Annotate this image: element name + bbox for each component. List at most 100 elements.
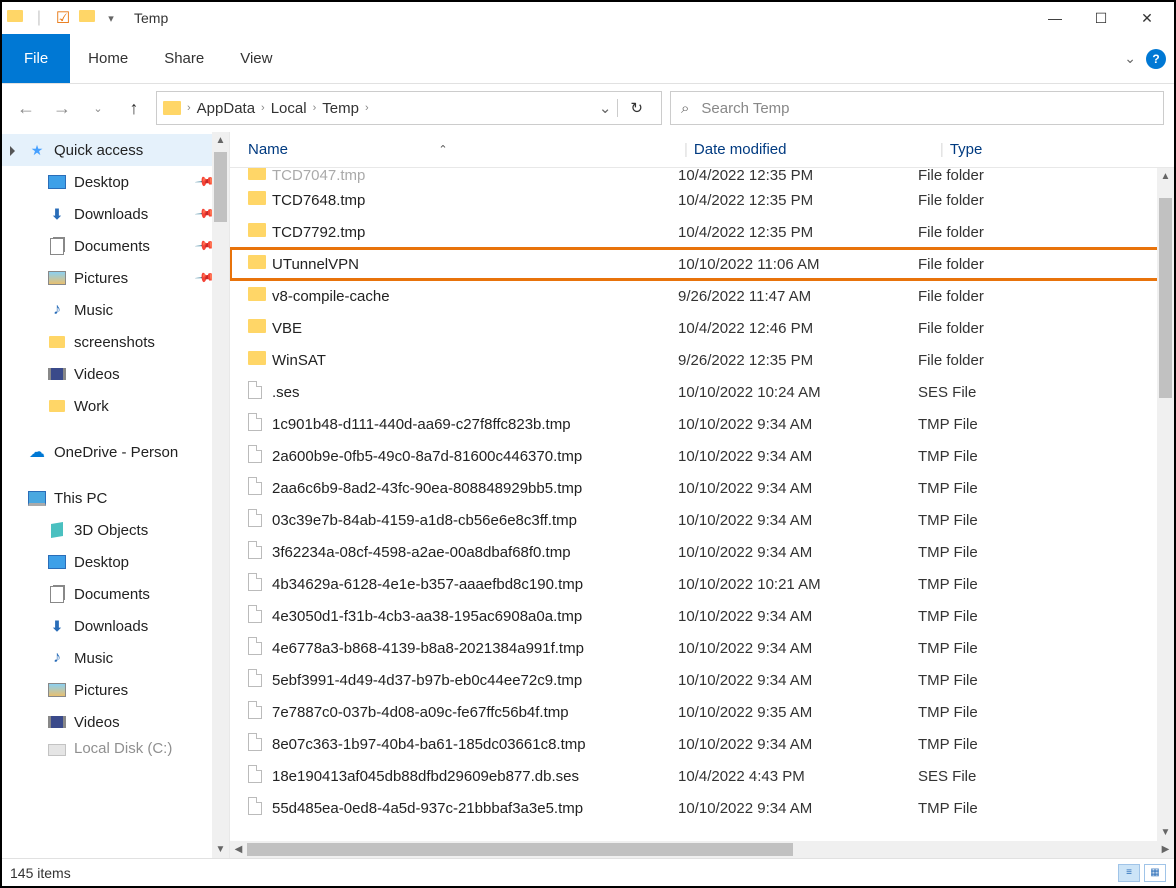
sidebar-this-pc[interactable]: This PC [2, 482, 229, 514]
details-view-button[interactable]: ≡ [1118, 864, 1140, 882]
scroll-down-icon[interactable]: ▼ [1157, 824, 1174, 841]
scrollbar-thumb[interactable] [214, 152, 227, 222]
qat-dropdown-icon[interactable]: ▾ [102, 9, 120, 27]
file-row[interactable]: 5ebf3991-4d49-4d37-b97b-eb0c44ee72c9.tmp… [230, 664, 1174, 696]
file-row[interactable]: 2a600b9e-0fb5-49c0-8a7d-81600c446370.tmp… [230, 440, 1174, 472]
file-row[interactable]: 03c39e7b-84ab-4159-a1d8-cb56e6e8c3ff.tmp… [230, 504, 1174, 536]
file-row[interactable]: 55d485ea-0ed8-4a5d-937c-21bbbaf3a3e5.tmp… [230, 792, 1174, 824]
list-scrollbar[interactable]: ▲ ▼ [1157, 168, 1174, 841]
back-button[interactable]: ← [12, 94, 40, 122]
sidebar-item[interactable]: Desktop📌 [2, 166, 229, 198]
column-type[interactable]: Type [950, 141, 1174, 158]
sidebar-item[interactable]: Downloads📌 [2, 198, 229, 230]
file-row[interactable]: TCD7792.tmp10/4/2022 12:35 PMFile folder [230, 216, 1174, 248]
scrollbar-thumb[interactable] [247, 843, 793, 856]
chevron-right-icon[interactable]: › [259, 102, 267, 114]
file-date: 10/10/2022 9:34 AM [678, 448, 918, 465]
close-button[interactable]: ✕ [1124, 3, 1170, 33]
search-box[interactable]: ⌕ Search Temp [670, 91, 1164, 125]
file-row[interactable]: 18e190413af045db88dfbd29609eb877.db.ses1… [230, 760, 1174, 792]
file-row[interactable]: 2aa6c6b9-8ad2-43fc-90ea-808848929bb5.tmp… [230, 472, 1174, 504]
file-row[interactable]: 4e3050d1-f31b-4cb3-aa38-195ac6908a0a.tmp… [230, 600, 1174, 632]
breadcrumb-seg[interactable]: AppData [193, 100, 259, 117]
recent-dropdown-icon[interactable]: ⌄ [84, 94, 112, 122]
minimize-button[interactable]: — [1032, 3, 1078, 33]
chevron-right-icon[interactable]: › [185, 102, 193, 114]
address-bar[interactable]: › AppData › Local › Temp › ⌄ ↻ [156, 91, 662, 125]
file-icon [248, 445, 272, 467]
tab-home[interactable]: Home [70, 34, 146, 83]
scroll-up-icon[interactable]: ▲ [1157, 168, 1174, 185]
horizontal-scrollbar[interactable]: ◀ ▶ [230, 841, 1174, 858]
scrollbar-thumb[interactable] [1159, 198, 1172, 398]
address-dropdown-icon[interactable]: ⌄ [593, 99, 618, 117]
window-title: Temp [134, 10, 168, 26]
thumbnails-view-button[interactable]: ▦ [1144, 864, 1166, 882]
file-row[interactable]: 1c901b48-d111-440d-aa69-c27f8ffc823b.tmp… [230, 408, 1174, 440]
sidebar-item-label: Videos [74, 714, 120, 731]
file-row[interactable]: .ses10/10/2022 10:24 AMSES File [230, 376, 1174, 408]
sidebar-item[interactable]: Desktop [2, 546, 229, 578]
sidebar-item-label: Downloads [74, 206, 148, 223]
file-row[interactable]: 7e7887c0-037b-4d08-a09c-fe67ffc56b4f.tmp… [230, 696, 1174, 728]
scroll-left-icon[interactable]: ◀ [230, 844, 247, 855]
sidebar-item[interactable]: Documents📌 [2, 230, 229, 262]
open-icon[interactable] [78, 9, 96, 27]
sidebar-scrollbar[interactable]: ▲ ▼ [212, 132, 229, 858]
sidebar-item[interactable]: Local Disk (C:) [2, 738, 229, 758]
sidebar-item[interactable]: 3D Objects [2, 514, 229, 546]
file-row[interactable]: 3f62234a-08cf-4598-a2ae-00a8dbaf68f0.tmp… [230, 536, 1174, 568]
sidebar-item[interactable]: Documents [2, 578, 229, 610]
sidebar-item[interactable]: Pictures📌 [2, 262, 229, 294]
maximize-button[interactable]: ☐ [1078, 3, 1124, 33]
file-name: 4b34629a-6128-4e1e-b357-aaaefbd8c190.tmp [272, 576, 678, 593]
properties-icon[interactable] [54, 9, 72, 27]
help-icon[interactable]: ? [1146, 49, 1166, 69]
sidebar-quick-access[interactable]: Quick access [2, 134, 229, 166]
file-row[interactable]: UTunnelVPN10/10/2022 11:06 AMFile folder [230, 248, 1174, 280]
quick-access-label: Quick access [54, 142, 143, 159]
file-row[interactable]: 8e07c363-1b97-40b4-ba61-185dc03661c8.tmp… [230, 728, 1174, 760]
column-date[interactable]: Date modified [694, 141, 934, 158]
chevron-right-icon[interactable]: › [363, 102, 371, 114]
file-date: 9/26/2022 12:35 PM [678, 352, 918, 369]
sidebar-item[interactable]: Videos [2, 358, 229, 390]
sidebar-item[interactable]: Videos [2, 706, 229, 738]
sidebar-item[interactable]: Pictures [2, 674, 229, 706]
sidebar-item-label: Work [74, 398, 109, 415]
file-row[interactable]: v8-compile-cache9/26/2022 11:47 AMFile f… [230, 280, 1174, 312]
file-row[interactable]: 4b34629a-6128-4e1e-b357-aaaefbd8c190.tmp… [230, 568, 1174, 600]
sidebar-item[interactable]: screenshots [2, 326, 229, 358]
file-row[interactable]: TCD7047.tmp10/4/2022 12:35 PMFile folder [230, 168, 1174, 184]
file-icon [248, 509, 272, 531]
forward-button[interactable]: → [48, 94, 76, 122]
videos-icon [48, 365, 66, 383]
file-row[interactable]: 4e6778a3-b868-4139-b8a8-2021384a991f.tmp… [230, 632, 1174, 664]
refresh-button[interactable]: ↻ [617, 99, 655, 117]
file-row[interactable]: WinSAT9/26/2022 12:35 PMFile folder [230, 344, 1174, 376]
file-type: TMP File [918, 800, 1174, 817]
column-name[interactable]: Name⌃ [248, 141, 678, 158]
sidebar-item[interactable]: Music [2, 294, 229, 326]
sidebar-item-label: Documents [74, 238, 150, 255]
ribbon-expand-icon[interactable]: ⌄ [1114, 50, 1146, 67]
tab-view[interactable]: View [222, 34, 290, 83]
breadcrumb-seg[interactable]: Local [267, 100, 311, 117]
file-type: TMP File [918, 416, 1174, 433]
file-name: 2aa6c6b9-8ad2-43fc-90ea-808848929bb5.tmp [272, 480, 678, 497]
file-row[interactable]: VBE10/4/2022 12:46 PMFile folder [230, 312, 1174, 344]
chevron-right-icon[interactable]: › [311, 102, 319, 114]
sidebar-item[interactable]: Downloads [2, 610, 229, 642]
sidebar-onedrive[interactable]: OneDrive - Person [2, 436, 229, 468]
tab-file[interactable]: File [2, 34, 70, 83]
breadcrumb-seg[interactable]: Temp [318, 100, 363, 117]
tab-share[interactable]: Share [146, 34, 222, 83]
folder-icon [248, 255, 272, 273]
sidebar-item[interactable]: Work [2, 390, 229, 422]
scroll-up-icon[interactable]: ▲ [212, 132, 229, 149]
sidebar-item[interactable]: Music [2, 642, 229, 674]
scroll-right-icon[interactable]: ▶ [1157, 844, 1174, 855]
scroll-down-icon[interactable]: ▼ [212, 841, 229, 858]
up-button[interactable]: ↑ [120, 94, 148, 122]
file-row[interactable]: TCD7648.tmp10/4/2022 12:35 PMFile folder [230, 184, 1174, 216]
